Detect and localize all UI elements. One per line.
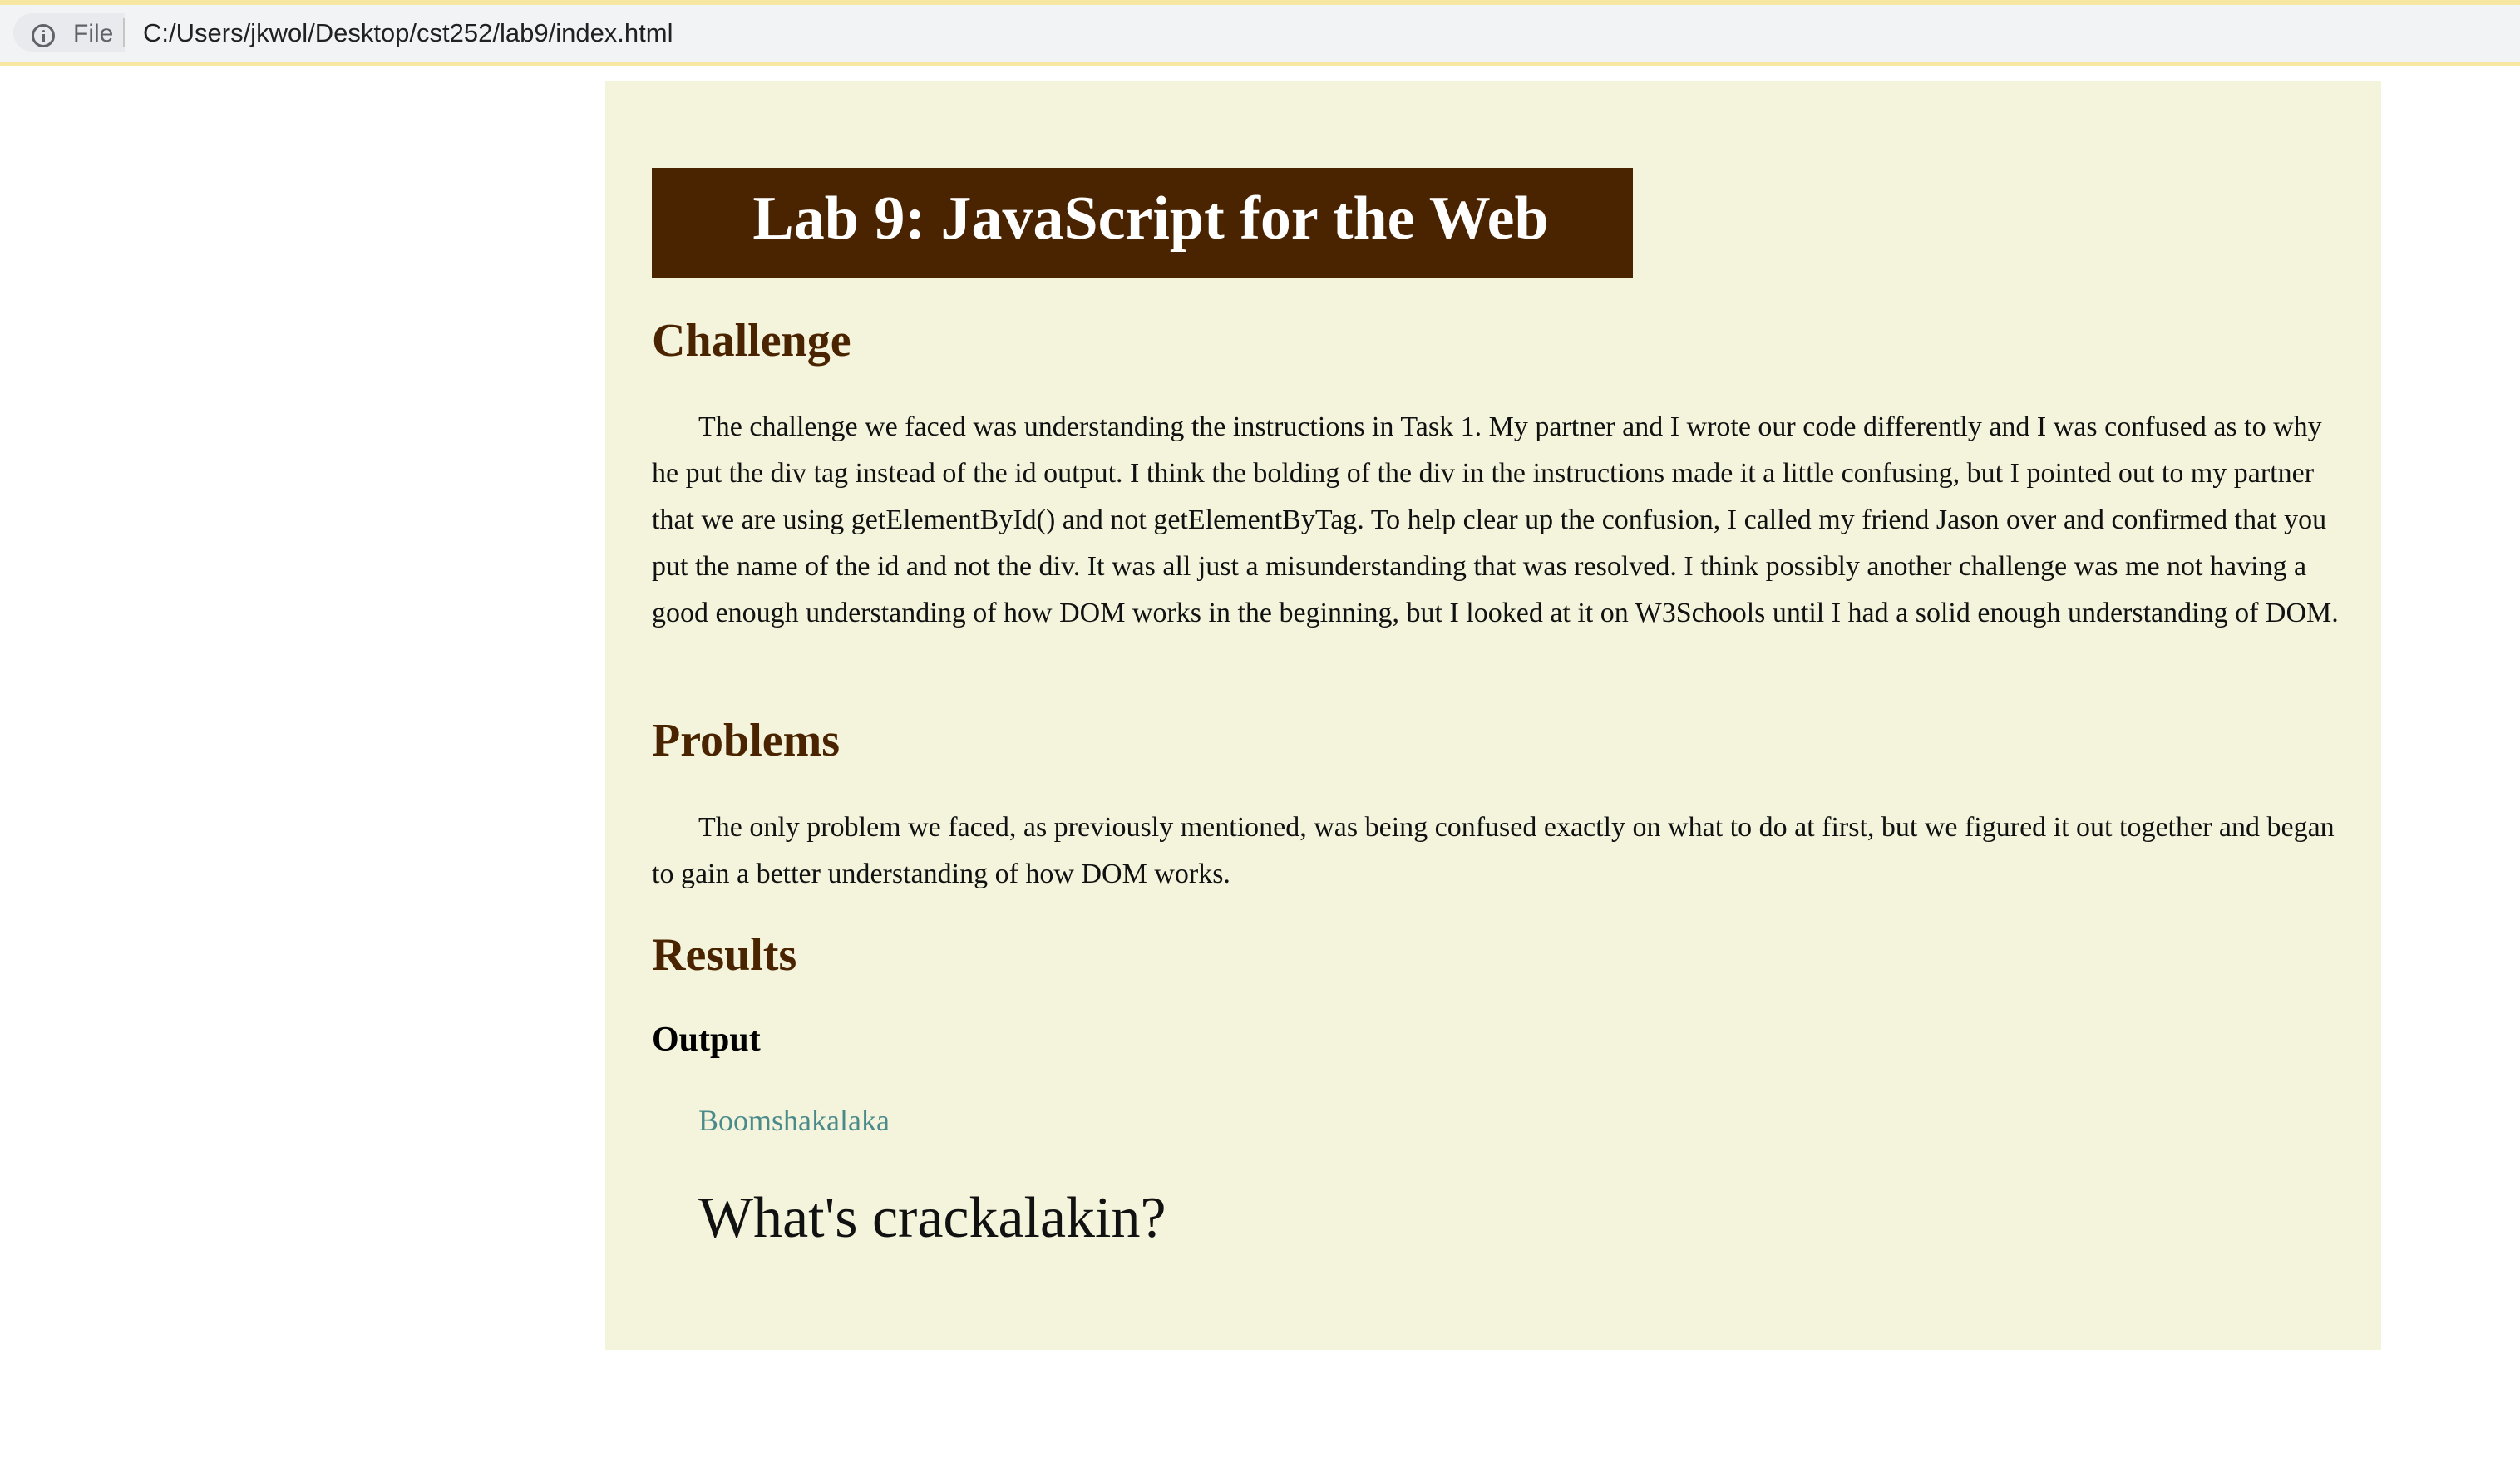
challenge-heading: Challenge xyxy=(652,315,851,367)
page-title: Lab 9: JavaScript for the Web xyxy=(752,185,1549,253)
address-divider xyxy=(123,18,125,47)
problems-paragraph: The only problem we faced, as previously… xyxy=(652,812,2335,889)
results-heading: Results xyxy=(652,929,797,981)
page-content: Lab 9: JavaScript for the Web Challenge … xyxy=(605,81,2381,1350)
output-text: What's crackalakin? xyxy=(698,1186,1166,1250)
browser-address-bar: File C:/Users/jkwol/Desktop/cst252/lab9/… xyxy=(0,0,2520,66)
site-info-chip[interactable]: File xyxy=(13,13,125,52)
output-heading: Output xyxy=(652,1021,761,1059)
output-link[interactable]: Boomshakalaka xyxy=(698,1102,890,1139)
problems-heading: Problems xyxy=(652,715,841,766)
challenge-paragraph: The challenge we faced was understanding… xyxy=(652,411,2339,628)
file-label: File xyxy=(73,20,114,47)
title-banner: Lab 9: JavaScript for the Web xyxy=(652,168,1633,278)
info-icon[interactable] xyxy=(32,24,55,47)
url-field[interactable]: C:/Users/jkwol/Desktop/cst252/lab9/index… xyxy=(143,18,673,48)
